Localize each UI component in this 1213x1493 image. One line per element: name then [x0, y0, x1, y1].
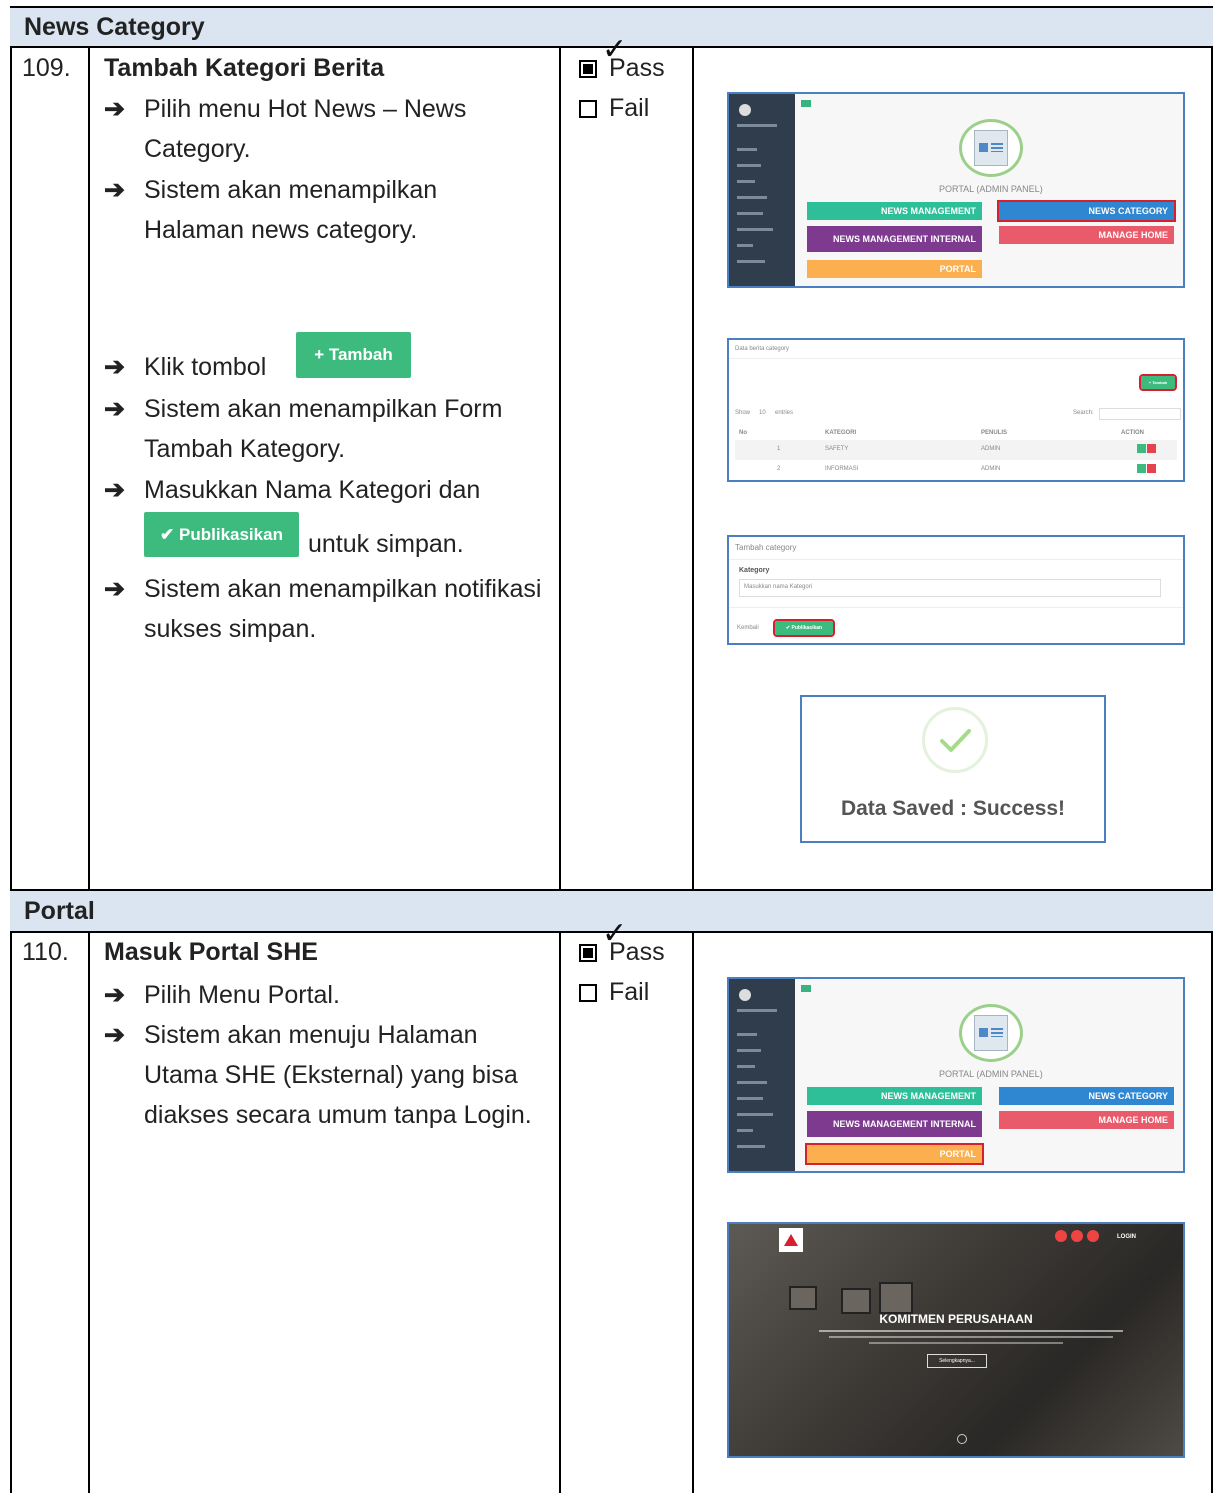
step-title: Tambah Kategori Berita — [104, 54, 385, 82]
news-category-button: NEWS CATEGORY — [997, 200, 1176, 222]
checkbox-checked-icon — [579, 59, 597, 78]
checkbox-empty-icon — [579, 99, 597, 118]
arrow-icon: ➔ — [104, 575, 125, 603]
delete-icon — [1147, 444, 1156, 453]
step-item: ➔ Sistem akan menampilkan Form Tambah Ka… — [104, 389, 544, 469]
table-border-left — [10, 6, 12, 1493]
edit-icon — [1137, 464, 1146, 473]
arrow-icon: ➔ — [104, 95, 125, 123]
checkbox-checked-icon — [579, 943, 597, 962]
success-circle — [922, 707, 988, 773]
success-dialog: Data Saved : Success! — [800, 695, 1106, 843]
portal-button: PORTAL — [807, 260, 982, 278]
arrow-icon: ➔ — [104, 981, 125, 1009]
col-divider — [559, 931, 561, 1493]
avatar — [739, 104, 751, 116]
column-header: No — [739, 430, 747, 436]
arrow-icon: ➔ — [104, 1021, 125, 1049]
sidebar — [729, 94, 795, 286]
field-label: Kategory — [739, 567, 770, 574]
news-management-button: NEWS MANAGEMENT — [807, 1087, 982, 1105]
entries-label: entries — [775, 410, 794, 416]
step-title: Masuk Portal SHE — [104, 938, 318, 966]
pass-checkbox[interactable]: Pass — [579, 938, 665, 967]
panel-title: PORTAL (ADMIN PANEL) — [939, 1069, 1043, 1079]
publikasikan-button-image: ✔ Publikasikan — [144, 512, 299, 557]
back-button: Kembali — [737, 625, 759, 631]
success-check-icon — [940, 729, 971, 752]
step-item: ➔ Sistem akan menampilkan Halaman news c… — [104, 170, 544, 250]
badge-icon — [1071, 1230, 1083, 1242]
show-label: Show — [735, 410, 751, 416]
screenshot-add-category-form: Tambah category Kategory Masukkan nama K… — [727, 535, 1185, 645]
publish-button: ✔ Publikasikan — [773, 619, 835, 637]
news-icon — [959, 1004, 1023, 1062]
tambah-button-image: + Tambah — [296, 332, 411, 378]
screenshot-admin-panel: PORTAL (ADMIN PANEL) NEWS MANAGEMENT NEW… — [727, 92, 1185, 288]
screenshot-category-list: Data berita category + Tambah Show 10 en… — [727, 338, 1185, 482]
hero-headline: KOMITMEN PERUSAHAAN — [879, 1312, 1033, 1326]
news-management-internal-button: NEWS MANAGEMENT INTERNAL — [807, 1111, 982, 1137]
success-message: Data Saved : Success! — [840, 797, 1066, 820]
page-size-select: 10 — [759, 410, 766, 416]
portal-button: PORTAL — [805, 1143, 984, 1165]
pass-checkbox[interactable]: Pass — [579, 54, 665, 83]
manage-home-button: MANAGE HOME — [999, 226, 1174, 244]
fail-checkbox[interactable]: Fail — [579, 94, 649, 123]
delete-icon — [1147, 464, 1156, 473]
arrow-icon: ➔ — [104, 395, 125, 423]
news-management-button: NEWS MANAGEMENT — [807, 202, 982, 220]
screenshot-portal-home: LOGIN KOMITMEN PERUSAHAAN Selengkapnya..… — [727, 1222, 1185, 1458]
col-divider — [692, 46, 694, 891]
add-button: + Tambah — [1139, 374, 1177, 391]
fail-checkbox[interactable]: Fail — [579, 978, 649, 1007]
column-header: KATEGORI — [825, 430, 857, 436]
step-item: ➔ Sistem akan menampilkan notifikasi suk… — [104, 569, 544, 649]
panel-title: Data berita category — [735, 346, 790, 352]
checkbox-empty-icon — [579, 983, 597, 1002]
col-divider — [88, 46, 90, 891]
panel-title: PORTAL (ADMIN PANEL) — [939, 184, 1043, 194]
company-logo — [779, 1228, 803, 1252]
badge-icon — [1055, 1230, 1067, 1242]
news-management-internal-button: NEWS MANAGEMENT INTERNAL — [807, 226, 982, 252]
edit-icon — [1137, 444, 1146, 453]
col-divider — [559, 46, 561, 891]
step-item: ➔ Pilih Menu Portal. — [104, 975, 544, 1015]
step-item: ➔ Masukkan Nama Kategori dan — [104, 470, 544, 510]
arrow-icon: ➔ — [104, 353, 125, 381]
row-number: 110. — [22, 938, 69, 966]
section-title: Portal — [24, 896, 95, 925]
avatar — [739, 989, 751, 1001]
news-icon — [959, 119, 1023, 177]
news-category-button: NEWS CATEGORY — [999, 1087, 1174, 1105]
column-header: ACTION — [1121, 430, 1144, 436]
badge-icon — [1087, 1230, 1099, 1242]
row-number: 109. — [22, 54, 71, 82]
step-item: ➔ Sistem akan menuju Halaman Utama SHE (… — [104, 1015, 544, 1135]
form-title: Tambah category — [735, 543, 797, 552]
section-title: News Category — [24, 12, 205, 41]
arrow-icon: ➔ — [104, 476, 125, 504]
col-divider — [88, 931, 90, 1493]
step-item-continuation: untuk simpan. — [308, 530, 464, 558]
test-case-document: News Category 109. Tambah Kategori Berit… — [0, 0, 1213, 1493]
category-input: Masukkan nama Kategori — [739, 579, 1161, 597]
arrow-icon: ➔ — [104, 176, 125, 204]
col-divider — [692, 931, 694, 1493]
column-header: PENULIS — [981, 430, 1008, 436]
read-more-button: Selengkapnya... — [927, 1354, 987, 1368]
sidebar — [729, 979, 795, 1171]
step-item: ➔ Pilih menu Hot News – News Category. — [104, 89, 544, 169]
search-label: Search: — [1073, 410, 1094, 416]
login-link: LOGIN — [1117, 1234, 1136, 1240]
table-row — [735, 440, 1177, 460]
screenshot-admin-panel-portal: PORTAL (ADMIN PANEL) NEWS MANAGEMENT NEW… — [727, 977, 1185, 1173]
manage-home-button: MANAGE HOME — [999, 1111, 1174, 1129]
